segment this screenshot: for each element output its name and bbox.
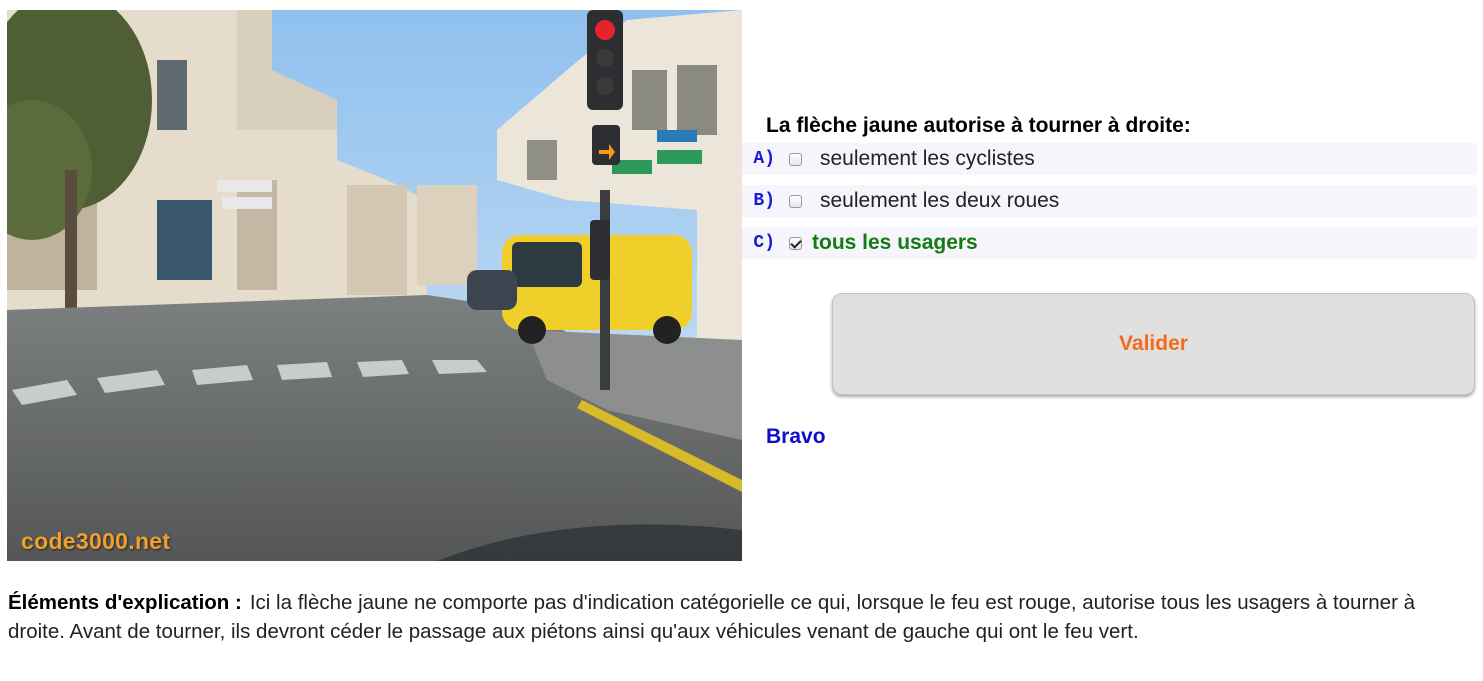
feedback-text: Bravo: [766, 425, 826, 448]
answer-list: A) seulement les cyclistes B) seulement …: [742, 143, 1477, 269]
question-photo: code3000.net: [7, 10, 742, 561]
answer-option-c[interactable]: C) tous les usagers: [742, 227, 1477, 259]
explanation-block: Éléments d'explication : Ici la flèche ja…: [8, 588, 1473, 646]
answer-checkbox[interactable]: [789, 194, 802, 208]
question-text: La flèche jaune autorise à tourner à dro…: [766, 114, 1191, 137]
answer-option-a[interactable]: A) seulement les cyclistes: [742, 143, 1477, 175]
answer-text-correct: tous les usagers: [812, 231, 978, 254]
answer-checkbox[interactable]: [789, 152, 802, 166]
answer-text: seulement les cyclistes: [820, 147, 1035, 170]
answer-checkbox-checked[interactable]: [789, 236, 802, 250]
answer-letter: B): [753, 191, 775, 211]
answer-text: seulement les deux roues: [820, 189, 1060, 212]
watermark-text: code3000.net: [21, 528, 171, 554]
answer-option-b[interactable]: B) seulement les deux roues: [742, 185, 1477, 217]
street-scene-illustration: [7, 10, 742, 561]
answer-letter: C): [753, 233, 775, 253]
answer-letter: A): [753, 149, 775, 169]
explanation-label: Éléments d'explication :: [8, 591, 242, 614]
validate-button[interactable]: Valider: [832, 293, 1475, 395]
